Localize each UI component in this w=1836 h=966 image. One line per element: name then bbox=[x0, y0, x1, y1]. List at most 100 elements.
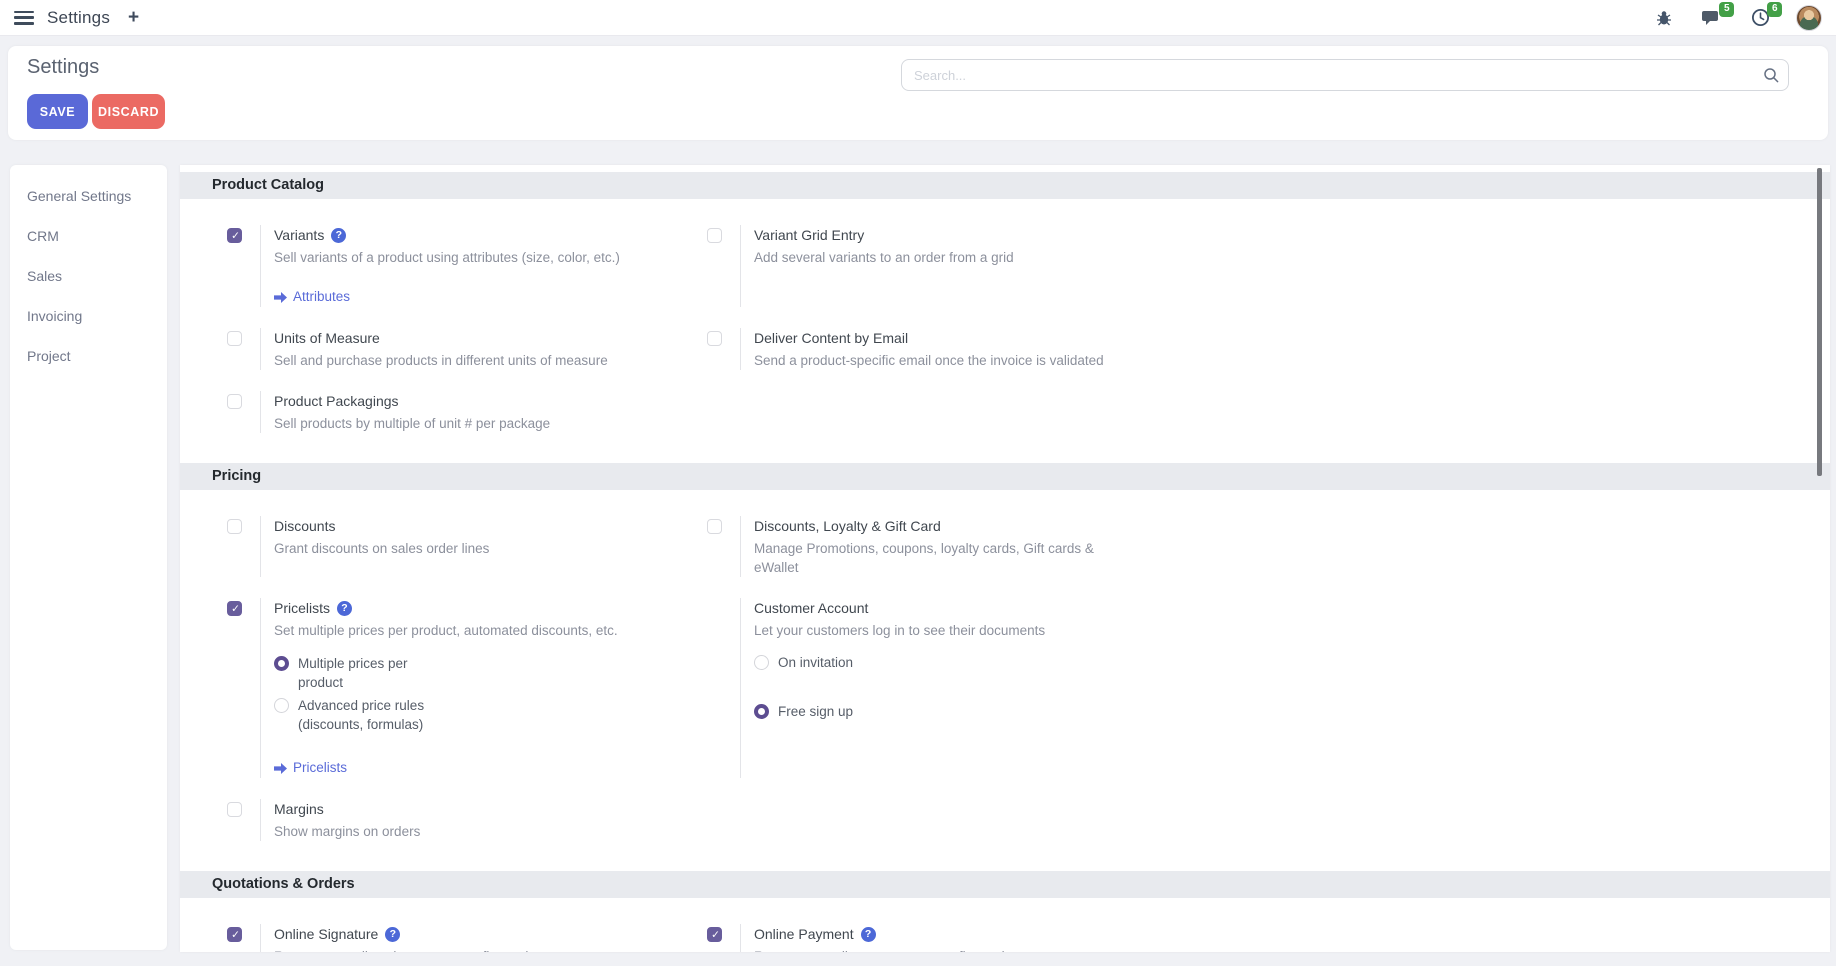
search-icon[interactable] bbox=[1763, 67, 1779, 88]
empty-checkbox-column bbox=[707, 598, 740, 778]
setting-discounts: Discounts Grant discounts on sales order… bbox=[227, 516, 707, 577]
attributes-link-label: Attributes bbox=[293, 287, 350, 307]
section-header-quotations-orders: Quotations & Orders bbox=[180, 871, 1830, 898]
radio-button[interactable] bbox=[754, 704, 769, 719]
empty-cell bbox=[707, 799, 1830, 841]
empty-cell bbox=[707, 391, 1830, 433]
attributes-link[interactable]: Attributes bbox=[274, 287, 620, 307]
pricelists-checkbox[interactable] bbox=[227, 601, 242, 616]
product-packagings-label: Product Packagings bbox=[274, 391, 399, 412]
setting-deliver-content-by-email: Deliver Content by Email Send a product-… bbox=[707, 328, 1830, 370]
radio-advanced-price-rules[interactable]: Advanced price rules (discounts, formula… bbox=[274, 696, 618, 734]
online-signature-checkbox[interactable] bbox=[227, 927, 242, 942]
online-payment-desc: Request an online payment to confirm ord… bbox=[754, 947, 1023, 952]
deliver-content-by-email-checkbox[interactable] bbox=[707, 331, 722, 346]
setting-online-signature: Online Signature ? Request an online sig… bbox=[227, 924, 707, 952]
discounts-loyalty-label: Discounts, Loyalty & Gift Card bbox=[754, 516, 941, 537]
pricelists-label: Pricelists bbox=[274, 598, 330, 619]
margins-checkbox[interactable] bbox=[227, 802, 242, 817]
setting-product-packagings: Product Packagings Sell products by mult… bbox=[227, 391, 707, 433]
setting-online-payment: Online Payment ? Request an online payme… bbox=[707, 924, 1830, 952]
sidebar-item-invoicing[interactable]: Invoicing bbox=[10, 296, 167, 336]
setting-customer-account: Customer Account Let your customers log … bbox=[707, 598, 1830, 778]
discounts-desc: Grant discounts on sales order lines bbox=[274, 539, 489, 558]
save-button[interactable]: SAVE bbox=[27, 94, 88, 129]
units-of-measure-checkbox[interactable] bbox=[227, 331, 242, 346]
settings-main-panel: Product Catalog Variants ? Sell variants… bbox=[180, 165, 1830, 952]
quotations-orders-grid: Online Signature ? Request an online sig… bbox=[180, 924, 1830, 952]
settings-sidebar: General Settings CRM Sales Invoicing Pro… bbox=[10, 165, 167, 950]
vertical-scrollbar[interactable] bbox=[1817, 168, 1822, 476]
pricelists-link[interactable]: Pricelists bbox=[274, 758, 618, 778]
variant-grid-entry-desc: Add several variants to an order from a … bbox=[754, 248, 1014, 267]
radio-free-sign-up[interactable]: Free sign up bbox=[754, 702, 1045, 721]
help-icon[interactable]: ? bbox=[385, 927, 400, 942]
bug-icon bbox=[1655, 9, 1673, 27]
pricelists-radio-group: Multiple prices per product Advanced pri… bbox=[274, 654, 618, 734]
customer-account-radio-group: On invitation Free sign up bbox=[754, 653, 1045, 721]
messages-button[interactable]: 5 bbox=[1700, 6, 1724, 30]
top-navbar: Settings + 5 6 bbox=[0, 0, 1836, 36]
plus-icon[interactable]: + bbox=[128, 8, 139, 27]
messages-badge: 5 bbox=[1719, 2, 1734, 17]
help-icon[interactable]: ? bbox=[331, 228, 346, 243]
radio-button[interactable] bbox=[754, 655, 769, 670]
margins-desc: Show margins on orders bbox=[274, 822, 420, 841]
search-bar bbox=[901, 59, 1789, 91]
user-avatar[interactable] bbox=[1796, 5, 1822, 31]
variants-label: Variants bbox=[274, 225, 324, 246]
setting-discounts-loyalty-gift-card: Discounts, Loyalty & Gift Card Manage Pr… bbox=[707, 516, 1830, 577]
page-title: Settings bbox=[27, 56, 99, 79]
online-signature-label: Online Signature bbox=[274, 924, 378, 945]
apps-menu-icon[interactable] bbox=[14, 11, 34, 25]
setting-pricelists: Pricelists ? Set multiple prices per pro… bbox=[227, 598, 707, 778]
pricelists-link-label: Pricelists bbox=[293, 758, 347, 778]
discounts-loyalty-checkbox[interactable] bbox=[707, 519, 722, 534]
arrow-right-icon bbox=[274, 292, 287, 303]
variants-desc: Sell variants of a product using attribu… bbox=[274, 248, 620, 267]
arrow-right-icon bbox=[274, 763, 287, 774]
setting-variant-grid-entry: Variant Grid Entry Add several variants … bbox=[707, 225, 1830, 307]
radio-button[interactable] bbox=[274, 698, 289, 713]
units-of-measure-label: Units of Measure bbox=[274, 328, 380, 349]
setting-variants: Variants ? Sell variants of a product us… bbox=[227, 225, 707, 307]
deliver-content-by-email-label: Deliver Content by Email bbox=[754, 328, 908, 349]
pricelists-desc: Set multiple prices per product, automat… bbox=[274, 621, 618, 640]
help-icon[interactable]: ? bbox=[337, 601, 352, 616]
discounts-checkbox[interactable] bbox=[227, 519, 242, 534]
online-signature-desc: Request an online signature to confirm o… bbox=[274, 947, 547, 952]
help-icon[interactable]: ? bbox=[861, 927, 876, 942]
online-payment-checkbox[interactable] bbox=[707, 927, 722, 942]
radio-multiple-prices[interactable]: Multiple prices per product bbox=[274, 654, 618, 692]
radio-on-invitation-label: On invitation bbox=[778, 653, 853, 672]
activities-badge: 6 bbox=[1767, 2, 1782, 17]
navbar-app-title[interactable]: Settings bbox=[47, 8, 110, 28]
activities-button[interactable]: 6 bbox=[1748, 6, 1772, 30]
radio-button[interactable] bbox=[274, 656, 289, 671]
section-header-pricing: Pricing bbox=[180, 463, 1830, 490]
discard-button[interactable]: DISCARD bbox=[92, 94, 165, 129]
product-packagings-checkbox[interactable] bbox=[227, 394, 242, 409]
product-packagings-desc: Sell products by multiple of unit # per … bbox=[274, 414, 550, 433]
sidebar-item-sales[interactable]: Sales bbox=[10, 256, 167, 296]
discounts-loyalty-desc: Manage Promotions, coupons, loyalty card… bbox=[754, 539, 1124, 577]
customer-account-label: Customer Account bbox=[754, 598, 868, 619]
deliver-content-by-email-desc: Send a product-specific email once the i… bbox=[754, 351, 1104, 370]
variants-checkbox[interactable] bbox=[227, 228, 242, 243]
setting-units-of-measure: Units of Measure Sell and purchase produ… bbox=[227, 328, 707, 370]
section-header-product-catalog: Product Catalog bbox=[180, 172, 1830, 199]
debug-bug-icon[interactable] bbox=[1652, 6, 1676, 30]
variant-grid-entry-checkbox[interactable] bbox=[707, 228, 722, 243]
radio-on-invitation[interactable]: On invitation bbox=[754, 653, 1045, 672]
product-catalog-grid: Variants ? Sell variants of a product us… bbox=[180, 225, 1830, 433]
radio-multiple-prices-label: Multiple prices per product bbox=[298, 654, 433, 692]
customer-account-desc: Let your customers log in to see their d… bbox=[754, 621, 1045, 640]
sidebar-item-crm[interactable]: CRM bbox=[10, 216, 167, 256]
control-panel: Settings SAVE DISCARD bbox=[8, 46, 1828, 140]
search-input[interactable] bbox=[901, 59, 1789, 91]
sidebar-item-project[interactable]: Project bbox=[10, 336, 167, 376]
variant-grid-entry-label: Variant Grid Entry bbox=[754, 225, 864, 246]
sidebar-item-general-settings[interactable]: General Settings bbox=[10, 176, 167, 216]
setting-margins: Margins Show margins on orders bbox=[227, 799, 707, 841]
pricing-grid: Discounts Grant discounts on sales order… bbox=[180, 516, 1830, 841]
